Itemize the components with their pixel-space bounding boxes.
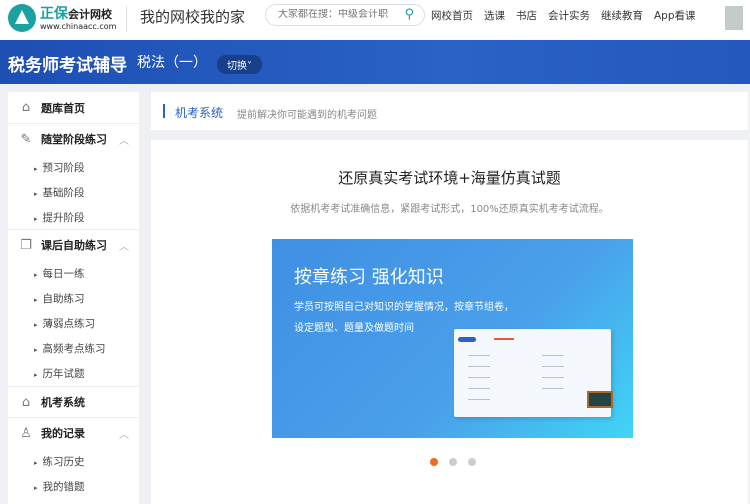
home-icon: ⌂ (21, 394, 31, 410)
section-title: 机考系统 (175, 106, 224, 120)
pen-icon: ✎ (20, 131, 32, 147)
slide-text-1: 学员可按照自己对知识的掌握情况，按章节组卷， (294, 302, 514, 313)
sidebar-item-frequent[interactable]: 高频考点练习 (34, 341, 106, 356)
nav-courses[interactable]: 选课 (484, 8, 505, 23)
sidebar-item-mistakes[interactable]: 我的错题 (34, 479, 85, 494)
subline: 依据机考考试准确信息，紧跟考试形式，100%还原真实机考考试流程。 (290, 204, 609, 215)
document-icon: ❐ (20, 237, 32, 253)
nav-practice[interactable]: 会计实务 (548, 8, 590, 23)
label: 题库首页 (41, 101, 85, 115)
section-header: 机考系统 提前解决你可能遇到的机考问题 (151, 92, 748, 130)
divider (126, 6, 127, 32)
top-nav: 网校首页 选课 书店 会计实务 继续教育 App看课 (431, 8, 696, 23)
nav-home[interactable]: 网校首页 (431, 8, 473, 23)
sidebar-section-class-practice[interactable]: ✎ 随堂阶段练习 ︿ (8, 123, 139, 154)
sidebar-item-advanced[interactable]: 提升阶段 (34, 210, 85, 225)
site-url: www.chinaacc.com (40, 22, 117, 31)
search-input[interactable] (278, 9, 398, 20)
label: 我的记录 (41, 427, 85, 440)
label: 课后自助练习 (41, 239, 107, 252)
slogan: 我的网校我的家 (140, 8, 246, 26)
headline: 还原真实考试环境+海量仿真试题 (338, 169, 561, 187)
slide-title: 按章练习 强化知识 (294, 267, 444, 288)
section-desc: 提前解决你可能遇到的机考问题 (237, 110, 377, 121)
subject-name: 税法（一） (137, 55, 207, 71)
label: 机考系统 (41, 396, 85, 409)
label: 随堂阶段练习 (41, 133, 107, 146)
exam-illustration (454, 329, 613, 417)
search-icon[interactable]: ⚲ (404, 7, 414, 22)
sidebar-item-exam-system[interactable]: ⌂ 机考系统 (8, 386, 139, 417)
course-banner: 税务师考试辅导 税法（一） 切换˅ (0, 40, 750, 84)
nav-bookstore[interactable]: 书店 (516, 8, 537, 23)
nav-app[interactable]: App看课 (654, 8, 696, 23)
home-icon: ⌂ (21, 100, 31, 115)
avatar[interactable] (725, 6, 743, 30)
carousel-dot-2[interactable] (449, 458, 457, 466)
switch-label: 切换 (227, 61, 247, 72)
course-title: 税务师考试辅导 (8, 56, 127, 76)
chevron-down-icon: ˅ (247, 61, 252, 72)
user-icon: ♙ (20, 425, 32, 441)
brand[interactable]: 正保会计网校 (40, 3, 112, 23)
content-panel: 还原真实考试环境+海量仿真试题 依据机考考试准确信息，紧跟考试形式，100%还原… (151, 140, 748, 504)
carousel-dots (430, 458, 476, 466)
nav-continuing[interactable]: 继续教育 (601, 8, 643, 23)
search-box: ⚲ (265, 4, 425, 26)
sidebar-item-past[interactable]: 历年试题 (34, 366, 85, 381)
switch-button[interactable]: 切换˅ (217, 55, 262, 74)
blackboard-icon (587, 391, 613, 408)
sidebar-item-self[interactable]: 自助练习 (34, 291, 85, 306)
carousel-slide[interactable]: 按章练习 强化知识 学员可按照自己对知识的掌握情况，按章节组卷， 设定题型、题量及… (272, 239, 633, 438)
sidebar-item-basic[interactable]: 基础阶段 (34, 185, 85, 200)
sidebar-item-preview[interactable]: 预习阶段 (34, 160, 85, 175)
accent-bar (163, 104, 165, 118)
carousel-dot-1[interactable] (430, 458, 438, 466)
carousel-dot-3[interactable] (468, 458, 476, 466)
brand-sub: 会计网校 (68, 8, 112, 21)
sidebar: ⌂ 题库首页 ✎ 随堂阶段练习 ︿ 预习阶段 基础阶段 提升阶段 ❐ 课后自助练习 ︿ 每… (8, 92, 139, 504)
sidebar-item-home[interactable]: ⌂ 题库首页 (8, 92, 139, 123)
chevron-up-icon[interactable]: ︿ (119, 132, 129, 147)
chevron-up-icon[interactable]: ︿ (119, 238, 129, 253)
logo-icon[interactable] (8, 4, 36, 32)
chevron-up-icon[interactable]: ︿ (119, 426, 129, 441)
sidebar-item-weak[interactable]: 薄弱点练习 (34, 316, 96, 331)
sidebar-section-self-practice[interactable]: ❐ 课后自助练习 ︿ (8, 229, 139, 260)
top-header: 正保会计网校 www.chinaacc.com 我的网校我的家 ⚲ 网校首页 选… (0, 0, 750, 40)
brand-name: 正保 (40, 6, 68, 22)
sidebar-section-records[interactable]: ♙ 我的记录 ︿ (8, 417, 139, 448)
sidebar-item-daily[interactable]: 每日一练 (34, 266, 85, 281)
sidebar-item-history[interactable]: 练习历史 (34, 454, 85, 469)
